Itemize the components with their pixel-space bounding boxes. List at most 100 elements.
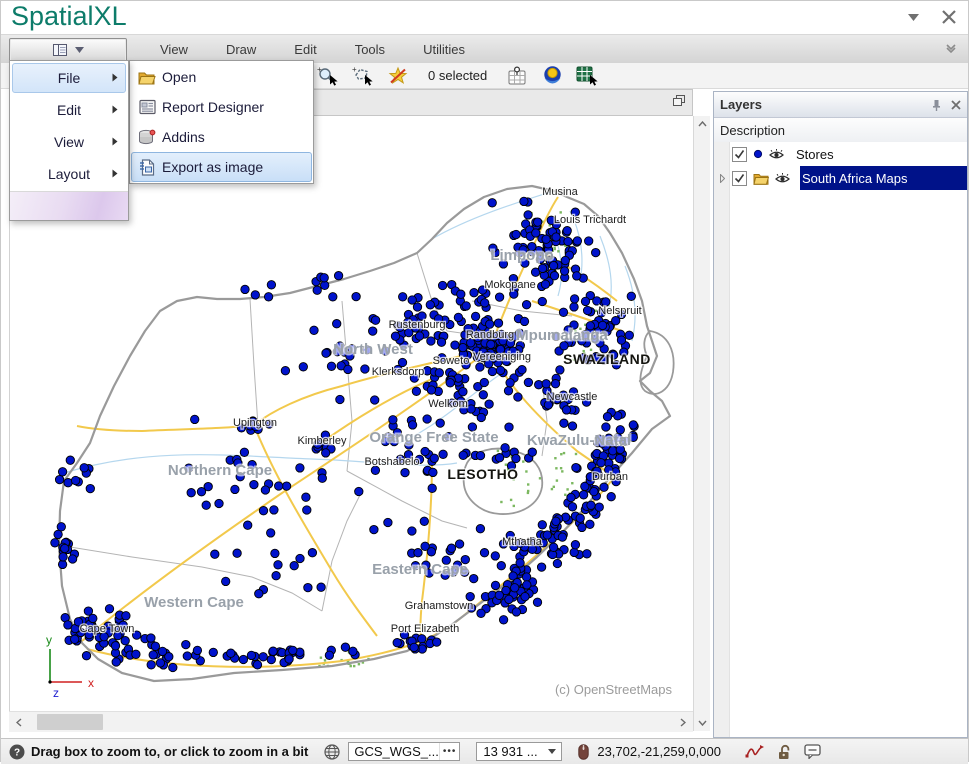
submenu-item-open[interactable]: Open (131, 62, 312, 92)
app-menu-item-layout[interactable]: Layout (12, 159, 126, 189)
application-menu-footer (10, 191, 128, 220)
status-hint-text: Drag box to zoom to, or click to zoom in… (31, 744, 309, 759)
layers-column-header[interactable]: Description (714, 118, 967, 143)
map-label-grahamstown: Grahamstown (405, 600, 473, 612)
submenu-arrow-icon (112, 73, 118, 82)
submenu-arrow-icon (112, 137, 118, 146)
dropdown-triangle-icon (548, 749, 557, 754)
map-label-mthatha: Mthatha (502, 536, 543, 548)
map-label-randburg: Randburg (466, 329, 514, 341)
layers-panel-title: Layers (720, 97, 762, 112)
menu-item-utilities[interactable]: Utilities (404, 35, 484, 63)
excel-select-icon[interactable] (576, 65, 598, 87)
scale-dropdown-button[interactable] (543, 743, 561, 760)
app-menu-item-file[interactable]: File (12, 63, 126, 93)
submenu-item-report-designer[interactable]: Report Designer (131, 92, 312, 122)
vertical-scrollbar[interactable] (693, 116, 710, 731)
mouse-icon (578, 743, 590, 760)
clear-selection-icon[interactable] (387, 65, 409, 87)
horizontal-scrollbar[interactable] (9, 711, 693, 732)
axis-x-label: x (88, 676, 94, 690)
layer-row-south-africa-maps[interactable]: South Africa Maps (714, 166, 967, 190)
app-title: SpatialXL (11, 1, 127, 31)
layer-name: Stores (796, 146, 834, 162)
crs-browse-button[interactable]: ••• (438, 743, 459, 760)
layers-list: Stores South Africa Maps (714, 142, 967, 737)
axis-y-label: y (46, 633, 52, 647)
submenu-arrow-icon (112, 105, 118, 114)
map-label-cape-town: Cape Town (80, 623, 135, 635)
zoom-select-icon[interactable]: + (317, 65, 339, 87)
selection-count-label: 0 selected (428, 68, 488, 83)
svg-text:+: + (352, 66, 357, 74)
submenu-item-label: Export as image (162, 159, 264, 175)
submenu-arrow-icon (112, 169, 118, 178)
crs-selector[interactable]: GCS_WGS_... ••• (348, 742, 461, 761)
axis-z-label: z (53, 686, 59, 700)
app-menu-item-label: Edit (56, 102, 82, 118)
scrollbar-thumb[interactable] (37, 714, 103, 730)
map-label-kimberley: Kimberley (298, 435, 347, 447)
map-label-lesotho: LESOTHO (447, 466, 518, 482)
float-window-button[interactable] (672, 94, 686, 107)
svg-text:?: ? (14, 747, 20, 758)
layer-row-stores[interactable]: Stores (714, 142, 967, 166)
scroll-left-button[interactable] (9, 712, 29, 732)
menu-item-draw[interactable]: Draw (207, 35, 275, 63)
chevron-down-icon (697, 720, 707, 726)
menu-item-edit[interactable]: Edit (275, 35, 335, 63)
mouse-coordinates: 23,702,-21,259,0,000 (597, 744, 721, 759)
map-label-orange-free-state: Orange Free State (369, 429, 498, 446)
app-menu-item-label: Layout (47, 166, 91, 182)
locate-map-pin-icon[interactable] (506, 65, 528, 87)
map-label-swaziland: SWAZILAND (563, 351, 651, 367)
scroll-right-button[interactable] (673, 712, 693, 732)
map-label-klerksdorp: Klerksdorp (372, 366, 425, 378)
layer-name: South Africa Maps (802, 170, 908, 186)
layout-window-icon (52, 44, 67, 56)
menu-items: View Draw Edit Tools Utilities (141, 35, 484, 63)
submenu-item-label: Addins (162, 129, 205, 145)
layer-visibility-checkbox[interactable] (732, 170, 747, 186)
app-menu-item-view[interactable]: View (12, 127, 126, 157)
menu-item-tools[interactable]: Tools (336, 35, 404, 63)
measure-path-icon[interactable] (745, 744, 765, 759)
scale-value: 13 931 ... (483, 744, 538, 759)
pin-panel-button[interactable] (932, 99, 941, 111)
report-designer-icon (132, 99, 162, 115)
close-panel-button[interactable] (951, 99, 961, 110)
scale-selector[interactable]: 13 931 ... (476, 742, 563, 761)
submenu-item-addins[interactable]: Addins (131, 122, 312, 152)
layers-panel: Layers Description Stores South Africa Ma… (713, 91, 968, 738)
map-label-mokopane: Mokopane (484, 279, 535, 291)
chevron-left-icon (16, 717, 22, 727)
file-submenu: Open Report Designer Addins Export as image (129, 60, 314, 184)
ribbon-collapse-button[interactable] (944, 41, 958, 55)
expand-arrow-icon[interactable] (716, 173, 728, 183)
globe-icon (324, 743, 340, 760)
scroll-down-button[interactable] (694, 715, 710, 731)
layer-visibility-checkbox[interactable] (732, 146, 747, 162)
submenu-item-export-as-image[interactable]: Export as image (131, 152, 312, 182)
folder-icon (753, 172, 769, 185)
dropdown-triangle-icon (907, 13, 919, 21)
globe-refresh-icon[interactable] (541, 65, 563, 87)
map-label-botshabelo: Botshabelo (364, 456, 419, 468)
chevron-up-icon (697, 121, 707, 127)
polygon-select-icon[interactable]: + (352, 65, 374, 87)
scroll-up-button[interactable] (694, 116, 710, 132)
eye-visibility-icon[interactable] (769, 148, 784, 161)
map-attribution: (c) OpenStreetMaps (555, 682, 673, 697)
menu-item-view[interactable]: View (141, 35, 207, 63)
map-label-rustenburg: Rustenburg (389, 319, 446, 331)
close-icon (951, 99, 961, 110)
application-menu-button[interactable] (9, 38, 127, 62)
window-menu-button[interactable] (902, 7, 924, 27)
app-menu-item-label: View (53, 134, 85, 150)
comment-icon[interactable] (804, 744, 821, 759)
window-close-button[interactable] (938, 7, 960, 27)
lock-icon[interactable] (777, 744, 792, 760)
chevron-right-icon (680, 717, 686, 727)
app-menu-item-edit[interactable]: Edit (12, 95, 126, 125)
eye-visibility-icon[interactable] (775, 172, 790, 185)
